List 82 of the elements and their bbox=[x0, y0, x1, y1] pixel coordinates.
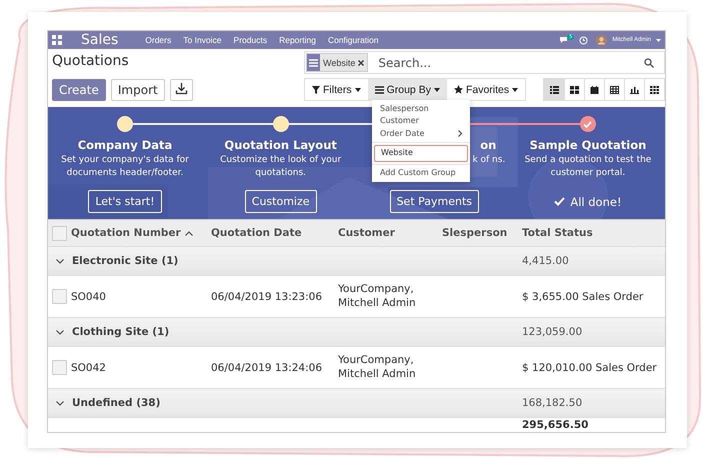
group-total: 168,182.50 bbox=[522, 397, 582, 409]
row-checkbox[interactable] bbox=[52, 360, 67, 375]
menu-item[interactable]: To Invoice bbox=[183, 35, 222, 45]
table-cell: SO042 bbox=[71, 362, 106, 374]
check-icon bbox=[554, 197, 566, 206]
table-cell: $ 120,010.00 Sales Order bbox=[522, 362, 657, 374]
kanban-view-icon bbox=[570, 86, 579, 94]
chevron-icon[interactable] bbox=[56, 258, 64, 264]
app-name[interactable]: Sales bbox=[81, 32, 118, 48]
table-cell-text: YourCompany, Mitchell Admin bbox=[338, 282, 417, 310]
column-header[interactable]: Slesperson bbox=[442, 227, 508, 239]
download-icon bbox=[174, 82, 188, 95]
filter-icon bbox=[312, 86, 320, 94]
chevron-icon[interactable] bbox=[56, 330, 64, 334]
graph-view-icon bbox=[630, 86, 639, 94]
download-button[interactable] bbox=[170, 79, 193, 101]
caret-icon bbox=[434, 88, 440, 92]
create-button[interactable]: Create bbox=[52, 79, 106, 101]
menu-item[interactable]: Orders bbox=[145, 35, 172, 45]
caret-icon bbox=[512, 88, 518, 92]
step-button[interactable]: Set Payments bbox=[390, 190, 480, 213]
menu-option[interactable]: Salesperson bbox=[372, 103, 470, 116]
column-header[interactable]: Quotation Number bbox=[71, 227, 181, 239]
page-title: Quotations bbox=[52, 53, 130, 69]
step-title: on bbox=[480, 138, 498, 152]
caret-icon bbox=[354, 88, 361, 92]
table-cell: 06/04/2019 13:23:06 bbox=[211, 290, 322, 302]
check-icon bbox=[583, 120, 592, 128]
column-header[interactable]: Quotation Date bbox=[211, 227, 302, 239]
step-button[interactable]: Customize bbox=[244, 190, 317, 213]
step-description: Customize the look of your quotations. bbox=[219, 154, 342, 180]
step-title: Sample Quotation bbox=[530, 138, 646, 152]
select-all-checkbox[interactable] bbox=[52, 226, 67, 240]
menu-item[interactable]: Configuration bbox=[328, 35, 378, 45]
table-cell-text: YourCompany, Mitchell Admin bbox=[338, 354, 417, 382]
list-icon bbox=[309, 58, 318, 66]
step-description: k of ns. bbox=[471, 154, 506, 167]
table-cell: $ 3,655.00 Sales Order bbox=[522, 290, 644, 302]
group-total: 4,415.00 bbox=[522, 255, 569, 267]
list-view-icon bbox=[550, 86, 558, 94]
menu-option[interactable]: Add Custom Group bbox=[372, 166, 470, 179]
caret-icon[interactable] bbox=[656, 38, 661, 42]
star-icon bbox=[454, 85, 463, 94]
sort-icon[interactable] bbox=[184, 230, 193, 236]
group-label[interactable]: Electronic Site (1) bbox=[72, 255, 178, 267]
group-label[interactable]: Undefined (38) bbox=[72, 397, 160, 409]
list-view-button[interactable] bbox=[544, 79, 564, 100]
grand-total: 295,656.50 bbox=[522, 419, 588, 431]
table-cell: SO040 bbox=[71, 290, 106, 302]
list-icon bbox=[374, 86, 384, 94]
close-icon[interactable] bbox=[358, 60, 364, 66]
pivot-view-icon bbox=[610, 86, 619, 94]
search-icon[interactable] bbox=[644, 58, 654, 68]
column-header[interactable]: Total Status bbox=[522, 227, 593, 239]
import-button[interactable]: Import bbox=[110, 79, 165, 101]
row-checkbox[interactable] bbox=[52, 289, 67, 304]
facet-label: Website bbox=[323, 58, 356, 68]
step-description: Set your company's data for documents header/footer. bbox=[60, 154, 190, 180]
apps-icon[interactable] bbox=[52, 35, 62, 45]
step-status: All done! bbox=[570, 194, 622, 208]
filter-dropdown[interactable]: Group By bbox=[368, 79, 447, 100]
menu-option[interactable]: Website bbox=[374, 145, 468, 162]
chevron-icon bbox=[458, 130, 462, 138]
step-title: Company Data bbox=[78, 138, 172, 152]
search-facet[interactable]: Website bbox=[306, 53, 368, 72]
menu-item[interactable]: Products bbox=[234, 35, 268, 45]
clock-icon[interactable] bbox=[579, 36, 588, 44]
chat-icon[interactable] bbox=[559, 36, 568, 44]
chevron-icon[interactable] bbox=[56, 400, 64, 406]
calendar-view-icon bbox=[590, 86, 599, 94]
menu-option[interactable]: Customer bbox=[372, 115, 470, 128]
step-title: Quotation Layout bbox=[224, 138, 337, 152]
menu-item[interactable]: Reporting bbox=[279, 35, 316, 45]
step-description: Send a quotation to test the customer portal. bbox=[524, 154, 652, 180]
group-label[interactable]: Clothing Site (1) bbox=[72, 326, 170, 338]
table-cell: 06/04/2019 13:24:06 bbox=[211, 362, 322, 374]
group-total: 123,059.00 bbox=[522, 326, 582, 338]
menu-option[interactable]: Order Date bbox=[372, 128, 470, 140]
step-button[interactable]: Let's start! bbox=[88, 190, 162, 213]
column-header[interactable]: Customer bbox=[338, 227, 395, 239]
grid-view-icon bbox=[650, 86, 659, 94]
search-field[interactable]: Website Search... bbox=[304, 51, 665, 74]
